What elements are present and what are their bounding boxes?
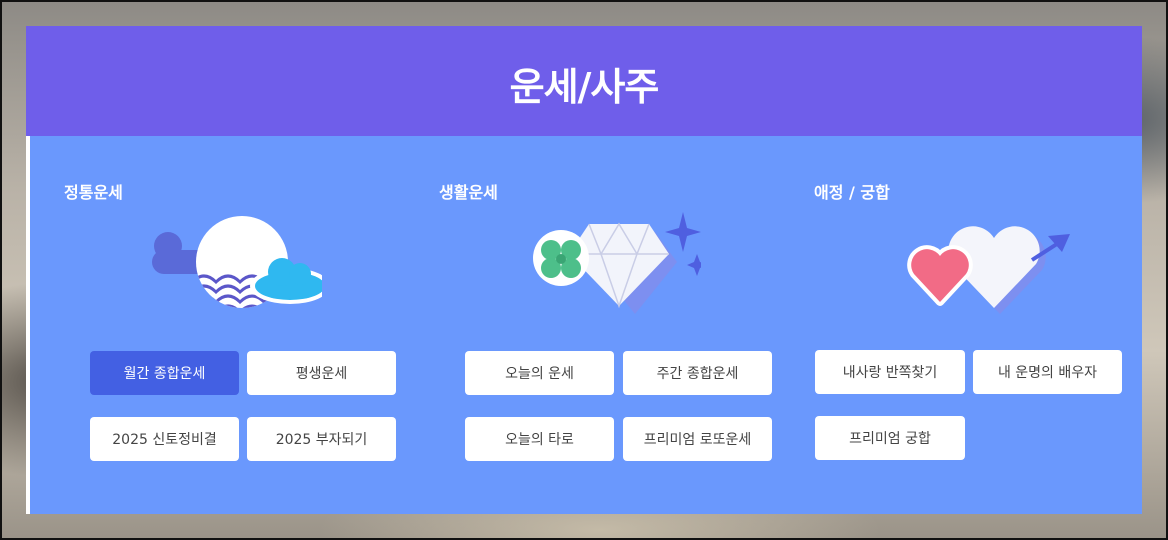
btn-premium-lotto[interactable]: 프리미엄 로또운세: [623, 417, 772, 461]
btn-find-soulmate[interactable]: 내사랑 반쪽찾기: [815, 350, 965, 394]
btn-lifetime-fortune[interactable]: 평생운세: [247, 351, 396, 395]
category-love-match: 애정 / 궁합 내사랑 반쪽찾기 내 운명의 배우자 프리미엄 궁합: [806, 136, 1136, 514]
category-title: 생활운세: [439, 183, 498, 202]
category-traditional: 정통운세 월간 종합운세 평생운세 2025 신토정비결 2025 부자되기: [56, 136, 396, 514]
moon-cloud-icon: [152, 216, 322, 308]
btn-tojeong[interactable]: 2025 신토정비결: [90, 417, 239, 461]
page-title: 운세/사주: [509, 65, 660, 109]
btn-premium-compatibility[interactable]: 프리미엄 궁합: [815, 416, 965, 460]
category-title: 정통운세: [64, 183, 123, 202]
btn-get-rich[interactable]: 2025 부자되기: [247, 417, 396, 461]
panel-left-edge: [26, 136, 30, 514]
btn-today-fortune[interactable]: 오늘의 운세: [465, 351, 614, 395]
hearts-arrow-icon: [907, 226, 1070, 314]
category-daily-life: 생활운세 오늘의 운세 주간 종합운세 오늘의 타로 프리미엄 로또운세: [431, 136, 772, 514]
category-title: 애정 / 궁합: [814, 183, 890, 202]
header-banner: 운세/사주: [26, 26, 1142, 136]
btn-monthly-fortune[interactable]: 월간 종합운세: [90, 351, 239, 395]
diamond-clover-icon: [533, 212, 701, 314]
btn-destined-spouse[interactable]: 내 운명의 배우자: [973, 350, 1122, 394]
fortune-menu-panel: 정통운세 월간 종합운세 평생운세 2025 신토정비결 2025 부자되기 생…: [26, 136, 1142, 514]
btn-weekly-fortune[interactable]: 주간 종합운세: [623, 351, 772, 395]
btn-today-tarot[interactable]: 오늘의 타로: [465, 417, 614, 461]
